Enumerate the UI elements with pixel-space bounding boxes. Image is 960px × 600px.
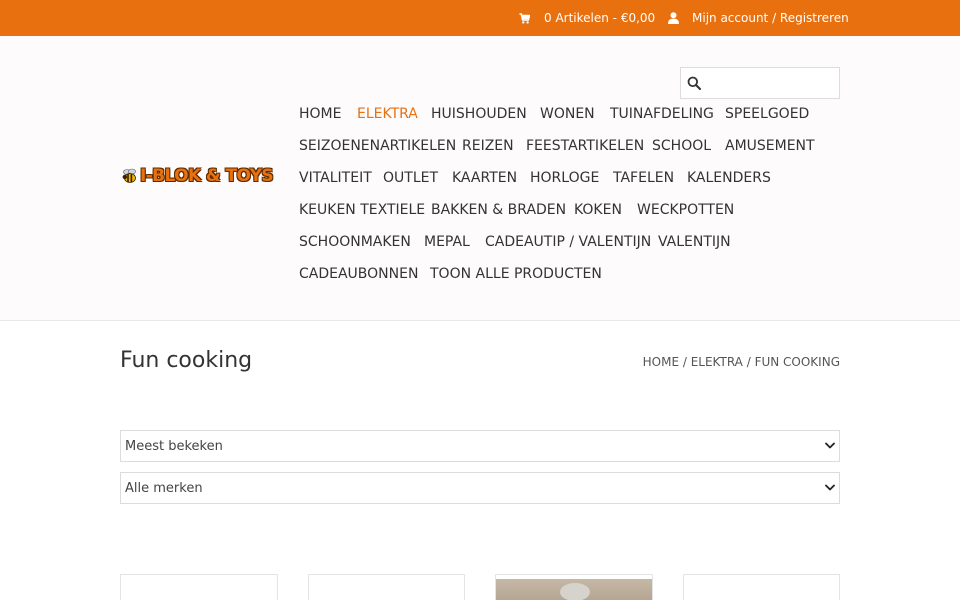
nav-item-elektra[interactable]: ELEKTRA <box>357 105 418 123</box>
nav-item-kalenders[interactable]: KALENDERS <box>687 169 771 187</box>
nav-item-school[interactable]: SCHOOL <box>652 137 711 155</box>
nav-item-toon-alle-producten[interactable]: TOON ALLE PRODUCTEN <box>430 265 602 283</box>
nav-item-bakken-braden[interactable]: BAKKEN & BRADEN <box>431 201 566 219</box>
breadcrumb-separator: / <box>679 355 691 369</box>
nav-item-kaarten[interactable]: KAARTEN <box>452 169 517 187</box>
product-card[interactable] <box>683 574 840 600</box>
nav-item-amusement[interactable]: AMUSEMENT <box>725 137 815 155</box>
product-card[interactable] <box>120 574 278 600</box>
sort-select-value: Meest bekeken <box>125 439 223 454</box>
cart-summary: 0 Artikelen - €0,00 <box>544 11 656 25</box>
nav-item-weckpotten[interactable]: WECKPOTTEN <box>637 201 734 219</box>
nav-item-seizoenenartikelen[interactable]: SEIZOENENARTIKELEN <box>299 137 456 155</box>
cart-link[interactable]: 0 Artikelen - €0,00 <box>519 10 655 26</box>
nav-item-valentijn[interactable]: VALENTIJN <box>658 233 731 251</box>
top-bar: 0 Artikelen - €0,00 Mijn account / Regis… <box>0 0 960 36</box>
breadcrumb-current: FUN COOKING <box>754 355 840 369</box>
nav-item-feestartikelen[interactable]: FEESTARTIKELEN <box>526 137 644 155</box>
nav-item-outlet[interactable]: OUTLET <box>383 169 438 187</box>
search-icon <box>687 76 701 90</box>
breadcrumb-separator: / <box>742 355 755 369</box>
site-logo[interactable]: I-BLOK & TOYS <box>121 163 287 189</box>
page-title: Fun cooking <box>120 348 253 373</box>
nav-item-tafelen[interactable]: TAFELEN <box>613 169 674 187</box>
nav-item-wonen[interactable]: WONEN <box>540 105 595 123</box>
nav-item-vitaliteit[interactable]: VITALITEIT <box>299 169 372 187</box>
nav-item-home[interactable]: HOME <box>299 105 341 123</box>
chevron-down-icon <box>825 484 835 491</box>
search-input[interactable] <box>707 71 835 95</box>
breadcrumb-elektra[interactable]: ELEKTRA <box>691 354 743 370</box>
nav-item-speelgoed[interactable]: SPEELGOED <box>725 105 809 123</box>
logo-text: I-BLOK & TOYS <box>140 166 274 186</box>
sort-select[interactable]: Meest bekeken <box>120 430 840 462</box>
bee-icon <box>122 168 136 183</box>
search-box[interactable] <box>680 67 840 99</box>
brand-select-value: Alle merken <box>125 481 203 496</box>
plate-shape <box>560 583 590 600</box>
account-label: Mijn account / Registreren <box>692 11 849 25</box>
nav-item-koken[interactable]: KOKEN <box>574 201 622 219</box>
breadcrumb: HOME / ELEKTRA / FUN COOKING <box>643 354 840 370</box>
chevron-down-icon <box>825 442 835 449</box>
nav-item-keuken-textiele[interactable]: KEUKEN TEXTIELE <box>299 201 425 219</box>
account-link[interactable]: Mijn account / Registreren <box>668 10 849 26</box>
nav-item-schoonmaken[interactable]: SCHOONMAKEN <box>299 233 411 251</box>
nav-item-mepal[interactable]: MEPAL <box>424 233 470 251</box>
nav-item-reizen[interactable]: REIZEN <box>462 137 514 155</box>
nav-item-cadeaubonnen[interactable]: CADEAUBONNEN <box>299 265 418 283</box>
nav-item-horloge[interactable]: HORLOGE <box>530 169 599 187</box>
brand-select[interactable]: Alle merken <box>120 472 840 504</box>
user-icon <box>668 12 679 24</box>
product-card[interactable] <box>495 574 653 600</box>
nav-item-huishouden[interactable]: HUISHOUDEN <box>431 105 527 123</box>
breadcrumb-home[interactable]: HOME <box>643 354 679 370</box>
product-image <box>496 579 652 600</box>
nav-item-cadeautip-valentijn[interactable]: CADEAUTIP / VALENTIJN <box>485 233 651 251</box>
cart-icon <box>519 12 530 24</box>
nav-item-tuinafdeling[interactable]: TUINAFDELING <box>610 105 714 123</box>
product-card[interactable] <box>308 574 465 600</box>
